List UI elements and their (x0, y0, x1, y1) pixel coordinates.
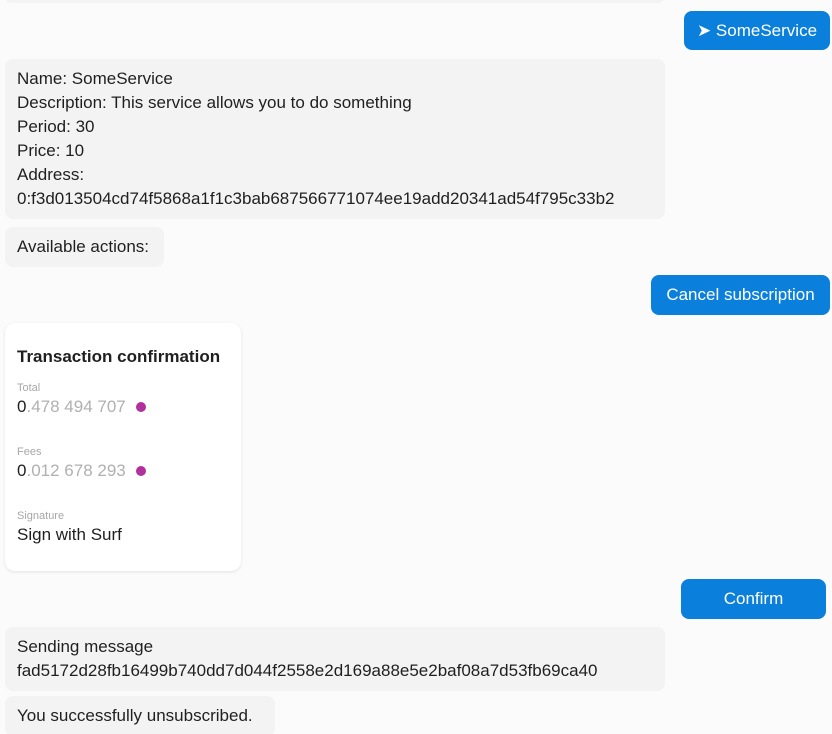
service-info-message: Name: SomeService Description: This serv… (5, 59, 665, 219)
total-amount-fraction: .478 494 707 (26, 397, 126, 416)
total-amount-integer: 0 (17, 397, 27, 416)
coin-icon (135, 466, 146, 476)
confirm-button-label: Confirm (723, 589, 784, 608)
result-message: You successfully unsubscribed. (5, 696, 275, 734)
total-field: Total 0.478 494 707 (17, 381, 229, 419)
total-amount: 0.478 494 707 (17, 395, 229, 419)
fees-amount-integer: 0 (17, 461, 27, 480)
someservice-button-label: ➤ SomeService (696, 20, 818, 40)
fees-amount-fraction: .012 678 293 (26, 461, 126, 480)
signature-field: Signature Sign with Surf (17, 509, 229, 547)
result-text: You successfully unsubscribed. (17, 706, 253, 725)
previous-message-bubble (5, 0, 665, 3)
service-price: Price: 10 (17, 141, 85, 160)
total-label: Total (17, 382, 41, 394)
coin-icon (135, 402, 146, 412)
cancel-subscription-label: Cancel subscription (666, 285, 815, 304)
service-address-value: 0:f3d013504cd74f5868a1f1c3bab68756677107… (17, 189, 615, 208)
signature-label: Signature (17, 510, 65, 522)
service-description: Description: This service allows you to … (17, 93, 412, 112)
fees-amount: 0.012 678 293 (17, 459, 229, 483)
available-actions-text: Available actions: (17, 237, 149, 256)
transaction-confirmation-card: Transaction confirmation Total 0.478 494… (5, 323, 241, 571)
sending-message-hash: fad5172d28fb16499b740dd7d044f2558e2d169a… (17, 661, 598, 680)
service-address-label: Address: (17, 165, 85, 184)
sending-message-title: Sending message (17, 637, 154, 656)
available-actions-message: Available actions: (5, 227, 164, 267)
cancel-subscription-button[interactable]: Cancel subscription (651, 275, 830, 315)
chat-thread: ➤ SomeService Name: SomeService Descript… (0, 0, 832, 734)
service-name: Name: SomeService (17, 69, 173, 88)
sending-message: Sending message fad5172d28fb16499b740dd7… (5, 627, 665, 691)
service-period: Period: 30 (17, 117, 95, 136)
someservice-button[interactable]: ➤ SomeService (684, 11, 830, 50)
signature-value: Sign with Surf (17, 525, 122, 544)
confirm-button[interactable]: Confirm (681, 579, 826, 619)
transaction-title: Transaction confirmation (17, 347, 221, 366)
fees-label: Fees (17, 446, 42, 458)
fees-field: Fees 0.012 678 293 (17, 445, 229, 483)
